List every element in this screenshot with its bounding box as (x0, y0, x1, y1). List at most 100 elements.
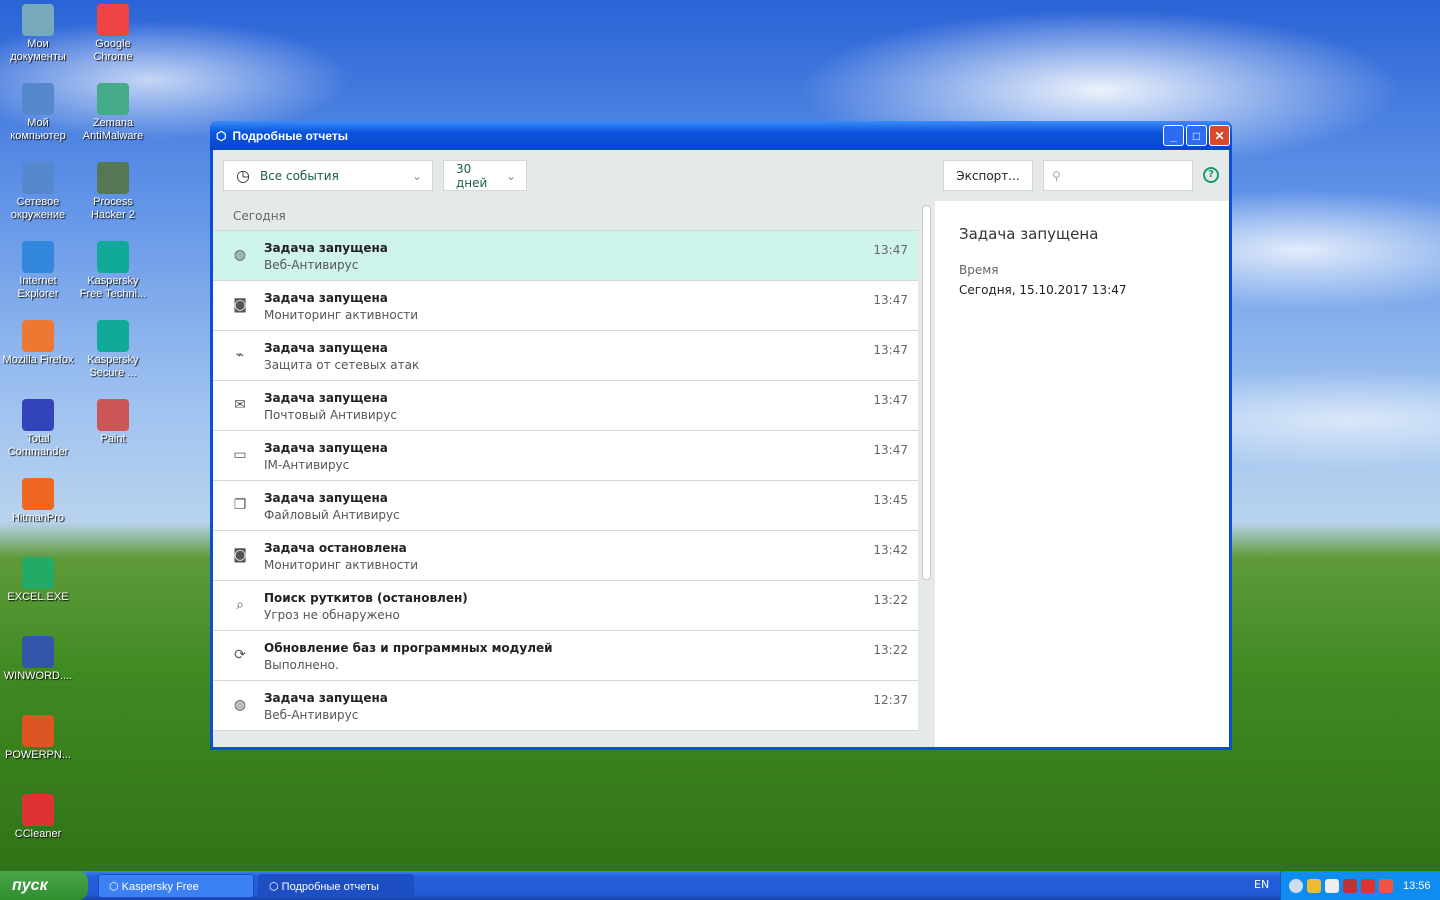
desktop-icon[interactable]: Kaspersky Secure ... (75, 320, 151, 380)
desktop-icon[interactable]: HitmanPro (0, 478, 76, 525)
globe-icon: ◍ (233, 247, 247, 263)
detail-time-value: Сегодня, 15.10.2017 13:47 (959, 283, 1127, 297)
desktop-icon-label: Paint (100, 433, 126, 445)
desktop-icon[interactable]: Total Commander (0, 399, 76, 459)
event-title: Задача запущена (264, 341, 388, 355)
event-title: Задача запущена (264, 441, 388, 455)
desktop-icon-label: Kaspersky Secure ... (87, 354, 139, 379)
event-row[interactable]: ◍ Задача запущена Веб-Антивирус 13:47 (213, 231, 918, 281)
window-title: Подробные отчеты (232, 128, 348, 143)
maximize-button[interactable]: □ (1186, 125, 1207, 146)
desktop-icon-label: POWERPN... (4, 749, 71, 761)
app-icon (22, 794, 54, 826)
help-icon[interactable]: ? (1203, 167, 1219, 183)
monitor-icon[interactable] (1343, 878, 1357, 893)
desktop-icon[interactable]: Сетевое окружение (0, 162, 76, 222)
desktop-icon[interactable]: Paint (75, 399, 151, 446)
event-subtitle: Почтовый Антивирус (264, 408, 397, 422)
desktop-icon[interactable]: Kaspersky Free Techni... (75, 241, 151, 301)
event-row[interactable]: ▭ Задача запущена IM-Антивирус 13:47 (213, 431, 918, 481)
app-icon (22, 241, 54, 273)
event-filter-value: Все события (259, 168, 339, 183)
app-icon (22, 83, 54, 115)
task-kaspersky-free[interactable]: ⬡ Kaspersky Free (98, 874, 254, 898)
event-row[interactable]: ◙ Задача запущена Мониторинг активности … (213, 281, 918, 331)
close-button[interactable]: ✕ (1209, 125, 1230, 146)
desktop-icon-label: WINWORD.... (3, 670, 73, 682)
event-row[interactable]: ⟳ Обновление баз и программных модулей В… (213, 631, 918, 681)
event-time: 13:42 (873, 543, 908, 557)
event-subtitle: Веб-Антивирус (264, 708, 359, 722)
app-icon (97, 399, 129, 431)
network-icon[interactable] (1325, 878, 1339, 893)
chevron-down-icon: ⌄ (411, 168, 422, 183)
app-icon (97, 162, 129, 194)
system-tray: 13:56 (1280, 871, 1440, 900)
taskbar: пуск ⬡ Kaspersky Free ⬡ Подробные отчеты… (0, 871, 1440, 900)
desktop-icon[interactable]: Zemana AntiMalware (75, 83, 151, 143)
detail-panel: Задача запущена Время Сегодня, 15.10.201… (935, 201, 1229, 747)
event-subtitle: Угроз не обнаружено (264, 608, 400, 622)
event-time: 13:22 (873, 593, 908, 607)
kaspersky-warning-icon[interactable] (1307, 878, 1321, 893)
desktop-icon[interactable]: WINWORD.... (0, 636, 76, 683)
desktop-icon[interactable]: Мои документы (0, 4, 76, 64)
tray-expand-icon[interactable] (1289, 878, 1303, 893)
desktop-icon[interactable]: POWERPN... (0, 715, 76, 762)
event-list: Сегодня ◍ Задача запущена Веб-Антивирус … (213, 201, 918, 747)
app-icon (22, 320, 54, 352)
files-icon: ❐ (233, 497, 247, 513)
desktop-icon-label: Internet Explorer (17, 275, 59, 300)
monitor-eye-icon: ◙ (233, 297, 247, 313)
app-icon (97, 4, 129, 36)
title-bar[interactable]: ⬡ Подробные отчеты _ □ ✕ (210, 121, 1232, 150)
desktop-icon[interactable]: Мой компьютер (0, 83, 76, 143)
minimize-button[interactable]: _ (1163, 125, 1184, 146)
desktop-icon-label: Google Chrome (93, 38, 133, 63)
scrollbar[interactable] (918, 201, 935, 747)
globe-icon: ◍ (233, 697, 247, 713)
ccleaner-icon[interactable] (1379, 878, 1393, 893)
clock-icon: ◷ (236, 166, 250, 185)
desktop-icon[interactable]: Internet Explorer (0, 241, 76, 301)
task-reports[interactable]: ⬡ Подробные отчеты (258, 874, 414, 898)
start-button[interactable]: пуск (0, 871, 88, 900)
desktop-icon-label: HitmanPro (12, 512, 64, 524)
event-row[interactable]: ❐ Задача запущена Файловый Антивирус 13:… (213, 481, 918, 531)
desktop-icon[interactable]: Mozilla Firefox (0, 320, 76, 367)
desktop-icon[interactable]: EXCEL.EXE (0, 557, 76, 604)
desktop-icon-label: Zemana AntiMalware (82, 117, 144, 142)
export-button[interactable]: Экспорт... (943, 160, 1033, 191)
task-label: Подробные отчеты (281, 881, 379, 893)
security-center-icon[interactable] (1361, 878, 1375, 893)
event-title: Обновление баз и программных модулей (264, 641, 553, 655)
reports-window: ⬡ Подробные отчеты _ □ ✕ ◷ Все события ⌄… (210, 121, 1232, 750)
event-row[interactable]: ✉ Задача запущена Почтовый Антивирус 13:… (213, 381, 918, 431)
event-title: Задача запущена (264, 391, 388, 405)
desktop-icon-label: CCleaner (14, 828, 62, 840)
rootkit-search-icon: ⌕ (236, 597, 244, 613)
desktop-icon[interactable]: Google Chrome (75, 4, 151, 64)
export-label: Экспорт... (956, 168, 1020, 183)
group-header: Сегодня (213, 201, 918, 231)
event-subtitle: IM-Антивирус (264, 458, 350, 472)
language-indicator[interactable]: EN (1254, 878, 1269, 891)
event-row[interactable]: ⌕ Поиск руткитов (остановлен) Угроз не о… (213, 581, 918, 631)
desktop-icon-label: Мой компьютер (10, 117, 66, 142)
search-input[interactable]: ⚲ (1043, 160, 1193, 191)
event-title: Задача запущена (264, 691, 388, 705)
event-subtitle: Мониторинг активности (264, 558, 419, 572)
event-row[interactable]: ◍ Задача запущена Веб-Антивирус 12:37 (213, 681, 918, 731)
event-filter-dropdown[interactable]: ◷ Все события ⌄ (223, 160, 433, 191)
app-icon (22, 715, 54, 747)
desktop-icon[interactable]: CCleaner (0, 794, 76, 841)
chat-icon: ▭ (233, 447, 247, 463)
period-dropdown[interactable]: 30 дней ⌄ (443, 160, 527, 191)
desktop-icon-label: Мои документы (10, 38, 66, 63)
event-subtitle: Выполнено. (264, 658, 339, 672)
chevron-down-icon: ⌄ (505, 168, 516, 183)
desktop-icon[interactable]: Process Hacker 2 (75, 162, 151, 222)
event-row[interactable]: ◙ Задача остановлена Мониторинг активнос… (213, 531, 918, 581)
event-row[interactable]: ⌁ Задача запущена Защита от сетевых атак… (213, 331, 918, 381)
scrollbar-thumb[interactable] (922, 205, 931, 580)
